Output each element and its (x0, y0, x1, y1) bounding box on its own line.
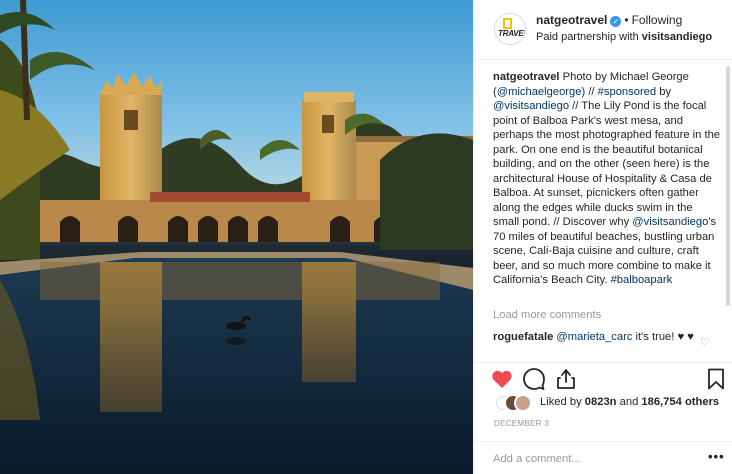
natgeo-logo-text: TRAVEL (498, 29, 526, 38)
header-user-line: natgeotravel ✓ • Following (536, 13, 682, 27)
header-separator: • (624, 13, 629, 27)
caption-text-4: // The Lily Pond is the focal point of B… (493, 100, 721, 228)
mention-link[interactable]: @michaelgeorge (497, 86, 582, 98)
bookmark-icon[interactable] (704, 367, 728, 391)
likes-middle: and (616, 396, 642, 408)
balboa-park-lily-pond-image (0, 0, 473, 474)
post-actions-bar (474, 362, 732, 392)
hashtag-link[interactable]: #balboapark (611, 274, 673, 286)
load-more-comments-link[interactable]: Load more comments (493, 309, 601, 321)
header-username[interactable]: natgeotravel (536, 13, 607, 27)
comment-bubble-icon[interactable] (522, 367, 546, 391)
avatar[interactable]: TRAVEL (494, 13, 526, 45)
likes-summary[interactable]: Liked by 0823n and 186,754 others (494, 394, 729, 412)
post-header: TRAVEL natgeotravel ✓ • Following Paid part… (474, 0, 732, 60)
hashtag-link[interactable]: #sponsored (598, 86, 656, 98)
heart-outline-icon[interactable]: ♡ (700, 336, 710, 349)
likes-count[interactable]: 186,754 others (641, 396, 719, 408)
mention-link[interactable]: @visitsandiego (632, 216, 708, 228)
verified-badge-icon: ✓ (610, 16, 622, 27)
share-icon[interactable] (554, 367, 578, 391)
caption-text-2: ) // (581, 85, 598, 98)
following-button[interactable]: Following (632, 13, 683, 27)
post-date[interactable]: DECEMBER 3 (494, 419, 549, 428)
add-comment-bar: ••• (474, 441, 732, 474)
add-comment-input[interactable] (493, 450, 693, 468)
comments-scrollbar[interactable] (726, 66, 730, 306)
post-caption: natgeotravel Photo by Michael George (@m… (493, 70, 721, 288)
mention-link[interactable]: @visitsandiego (493, 100, 569, 112)
comment-item: roguefatale @marieta_carc it's true! ♥ ♥ (493, 330, 703, 345)
comment-mention-link[interactable]: @marieta_carc (556, 331, 632, 343)
caption-text-3: by (656, 85, 672, 98)
comment-username[interactable]: roguefatale (493, 331, 553, 343)
caption-username[interactable]: natgeotravel (493, 71, 560, 83)
partner-link[interactable]: visitsandiego (642, 31, 712, 43)
post-side-panel: TRAVEL natgeotravel ✓ • Following Paid part… (473, 0, 732, 474)
liker-avatar (514, 394, 532, 412)
natgeo-logo-frame (503, 18, 512, 29)
paid-partnership-line: Paid partnership with visitsandiego (536, 31, 712, 43)
more-options-icon[interactable]: ••• (708, 449, 725, 464)
comment-text: it's true! ♥ ♥ (632, 331, 694, 343)
likes-prefix: Liked by (540, 396, 585, 408)
liker-username[interactable]: 0823n (585, 396, 617, 408)
partnership-prefix: Paid partnership with (536, 31, 639, 43)
heart-filled-icon[interactable] (490, 367, 514, 391)
post-photo[interactable] (0, 0, 473, 474)
likes-text: Liked by 0823n and 186,754 others (540, 396, 719, 408)
